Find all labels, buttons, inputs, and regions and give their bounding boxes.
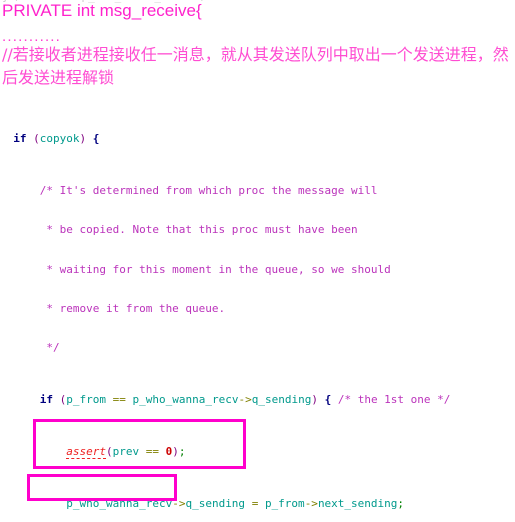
code-line: p_who_wanna_recv->q_sending = p_from->ne…	[66, 497, 405, 511]
code-line: */	[0, 340, 60, 354]
code-line: * waiting for this moment in the queue, …	[0, 262, 391, 276]
code-line: if (p_from == p_who_wanna_recv->q_sendin…	[39, 393, 451, 407]
code-line: * be copied. Note that this proc must ha…	[0, 223, 358, 237]
code-line: /* It's determined from which proc the m…	[0, 184, 378, 198]
chinese-explanatory-comment: //若接收者进程接收任一消息，就从其发送队列中取出一个发送进程，然后发送进程解锁	[2, 45, 509, 87]
ellipsis-separator: ...........	[2, 28, 62, 45]
header-annotation-region: } /* end if p_who_wanna_recv */ PRIVATE …	[0, 0, 515, 93]
code-line: * remove it from the queue.	[0, 301, 226, 315]
code-line: assert(prev == 0);	[66, 445, 186, 460]
code-line: if (copyok) {	[13, 132, 100, 146]
source-code-block[interactable]: if (copyok) { /* It's determined from wh…	[0, 93, 515, 522]
function-signature-heading: PRIVATE int msg_receive{	[2, 1, 202, 20]
code-editor-screenshot: } /* end if p_who_wanna_recv */ PRIVATE …	[0, 0, 515, 522]
